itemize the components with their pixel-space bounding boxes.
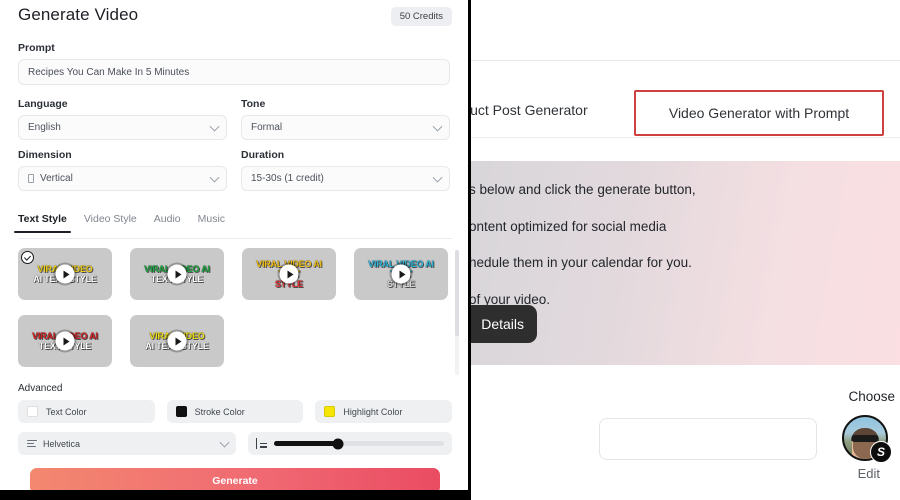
slider-fill (273, 441, 339, 446)
duration-value: 15-30s (1 credit) (251, 173, 324, 184)
generator-tabs: luct Post Generator Video Generator with… (471, 90, 900, 136)
chevron-down-icon (432, 121, 443, 132)
hero-line: s below and click the generate button, (471, 182, 696, 197)
slider-thumb[interactable] (332, 438, 344, 449)
avatar-group[interactable]: S (842, 415, 892, 463)
dimension-duration-row: Dimension Vertical Duration 15-30s (1 cr… (18, 149, 450, 191)
tone-label: Tone (241, 98, 266, 110)
play-icon[interactable] (167, 331, 187, 351)
language-select[interactable]: English (18, 115, 227, 140)
hero-line: of your video. (471, 291, 551, 307)
advanced-font-row: Helvetica (18, 432, 452, 455)
generate-video-panel: Generate Video 50 Credits Prompt Languag… (0, 0, 468, 500)
line-height-icon (255, 438, 267, 449)
tab-music[interactable]: Music (198, 213, 225, 232)
tab-text-style[interactable]: Text Style (14, 213, 71, 233)
text-color-picker[interactable]: Text Color (18, 400, 155, 423)
chevron-down-icon (432, 172, 443, 183)
app-root: Generate Video 50 Credits Prompt Languag… (0, 0, 900, 500)
tone-group: Tone Formal (241, 98, 450, 140)
background-text-input[interactable] (599, 418, 817, 460)
text-style-gallery: VIRAL VIDEO AI TEXT STYLE VIRAL VIDEO AI TE… (18, 248, 452, 376)
dimension-select[interactable]: Vertical (18, 166, 227, 191)
panel-header: Generate Video (18, 5, 138, 25)
dimension-value: Vertical (40, 173, 73, 184)
highlight-color-swatch (324, 406, 336, 417)
text-color-swatch (27, 406, 38, 417)
tabs-underline (471, 137, 900, 138)
chevron-down-icon (219, 437, 229, 448)
credits-badge: 50 Credits (390, 7, 452, 26)
play-icon[interactable] (55, 264, 75, 284)
style-thumbnail[interactable]: VIRAL VIDEO AI TEXTSTYLE (354, 248, 448, 300)
language-tone-row: Language English Tone Formal (18, 98, 450, 140)
play-icon[interactable] (55, 331, 75, 351)
duration-label: Duration (241, 149, 285, 161)
font-family-value: Helvetica (43, 438, 81, 449)
tab-product-post-generator[interactable]: luct Post Generator (471, 102, 588, 118)
hero-description: s below and click the generate button, on… (471, 183, 900, 329)
choose-label: Choose (848, 389, 895, 404)
tab-video-generator-with-prompt[interactable]: Video Generator with Prompt (634, 90, 884, 136)
prompt-label: Prompt (18, 42, 55, 54)
advanced-colors-row: Text Color Stroke Color Highlight Color (18, 400, 453, 423)
style-thumbnail[interactable]: VIRAL VIDEO AI TEXT STYLE (130, 248, 224, 300)
font-lines-icon (27, 439, 37, 448)
header-divider (471, 60, 900, 61)
highlight-color-picker[interactable]: Highlight Color (315, 400, 453, 423)
slider-track[interactable] (273, 438, 444, 449)
stroke-color-swatch (175, 406, 187, 417)
style-thumbnail[interactable]: VIRAL VIDEO AI TEXT STYLE (18, 315, 112, 367)
selected-check-icon (21, 251, 34, 264)
hero-line: ontent optimized for social media (471, 218, 667, 234)
hero-line: hedule them in your calendar for you. (471, 255, 692, 270)
stroke-color-picker[interactable]: Stroke Color (166, 400, 304, 423)
style-thumbnail[interactable]: VIRAL VIDEO AI TEXT STYLE (18, 248, 112, 300)
language-label: Language (18, 98, 68, 110)
highlight-color-label: Highlight Color (343, 406, 403, 417)
prompt-input[interactable] (18, 59, 450, 85)
bottom-black-bar (0, 490, 470, 500)
hero-banner: s below and click the generate button, on… (471, 161, 900, 365)
background-page: luct Post Generator Video Generator with… (471, 0, 900, 500)
language-group: Language English (18, 98, 227, 140)
stroke-color-label: Stroke Color (194, 406, 245, 417)
vertical-rectangle-icon (28, 174, 34, 183)
chevron-down-icon (209, 121, 220, 132)
font-family-select[interactable]: Helvetica (18, 432, 236, 455)
play-icon[interactable] (391, 264, 411, 284)
duration-select[interactable]: 15-30s (1 credit) (241, 166, 450, 191)
play-icon[interactable] (167, 264, 187, 284)
chevron-down-icon (209, 172, 220, 183)
scrollbar-thumb[interactable] (455, 250, 459, 336)
line-height-slider[interactable] (247, 432, 452, 455)
text-color-label: Text Color (46, 406, 87, 417)
style-grid: VIRAL VIDEO AI TEXT STYLE VIRAL VIDEO AI TE… (18, 248, 452, 367)
brand-badge-icon: S (870, 441, 892, 463)
advanced-label: Advanced (18, 383, 63, 394)
style-tabs: Text Style Video Style Audio Music (14, 213, 452, 239)
style-thumbnail[interactable]: VIRAL VIDEO AI TEXTSTYLE (242, 248, 336, 300)
sunglasses-icon (851, 434, 879, 442)
edit-label[interactable]: Edit (858, 466, 880, 481)
style-gallery-scrollbar[interactable] (455, 250, 459, 375)
tab-audio[interactable]: Audio (154, 213, 181, 232)
tab-video-style[interactable]: Video Style (84, 213, 137, 232)
tone-value: Formal (251, 122, 283, 133)
style-thumbnail[interactable]: VIRAL VIDEO AI TEXT STYLE (130, 315, 224, 367)
page-title: Generate Video (18, 5, 139, 24)
prompt-field-group: Prompt (18, 42, 450, 85)
duration-group: Duration 15-30s (1 credit) (241, 149, 450, 191)
dimension-label: Dimension (18, 149, 72, 161)
tone-select[interactable]: Formal (241, 115, 450, 140)
language-value: English (28, 122, 61, 133)
play-icon[interactable] (279, 264, 299, 284)
details-button[interactable]: Details (471, 305, 537, 343)
dimension-group: Dimension Vertical (18, 149, 227, 191)
